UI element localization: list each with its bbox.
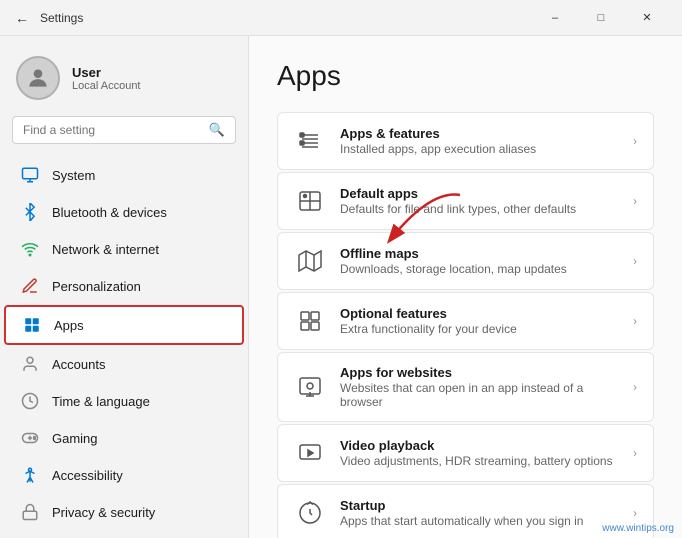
startup-icon xyxy=(294,497,326,529)
user-account-type: Local Account xyxy=(72,80,141,92)
apps-websites-title: Apps for websites xyxy=(340,365,619,380)
user-profile[interactable]: User Local Account xyxy=(0,44,248,116)
startup-text: Startup Apps that start automatically wh… xyxy=(340,498,619,528)
avatar xyxy=(16,56,60,100)
main-container: User Local Account 🔍 System xyxy=(0,36,682,538)
content-area: Apps xyxy=(248,36,682,538)
nav-items: System Bluetooth & devices xyxy=(0,156,248,538)
startup-title: Startup xyxy=(340,498,619,513)
settings-item-offline-maps[interactable]: Offline maps Downloads, storage location… xyxy=(277,232,654,290)
bluetooth-icon xyxy=(20,202,40,222)
video-playback-chevron: › xyxy=(633,446,637,460)
sidebar-label-time: Time & language xyxy=(52,394,150,409)
user-info: User Local Account xyxy=(72,65,141,92)
optional-features-icon xyxy=(294,305,326,337)
time-icon xyxy=(20,391,40,411)
sidebar: User Local Account 🔍 System xyxy=(0,36,248,538)
title-bar: ← Settings – □ ✕ xyxy=(0,0,682,36)
offline-maps-title: Offline maps xyxy=(340,246,619,261)
accounts-icon xyxy=(20,354,40,374)
network-icon xyxy=(20,239,40,259)
settings-item-optional-features[interactable]: Optional features Extra functionality fo… xyxy=(277,292,654,350)
sidebar-item-system[interactable]: System xyxy=(4,157,244,193)
apps-websites-icon xyxy=(294,371,326,403)
optional-features-chevron: › xyxy=(633,314,637,328)
sidebar-label-bluetooth: Bluetooth & devices xyxy=(52,205,167,220)
close-button[interactable]: ✕ xyxy=(624,2,670,34)
sidebar-item-bluetooth[interactable]: Bluetooth & devices xyxy=(4,194,244,230)
default-apps-desc: Defaults for file and link types, other … xyxy=(340,202,619,216)
window-controls: – □ ✕ xyxy=(532,2,670,34)
video-playback-title: Video playback xyxy=(340,438,619,453)
sidebar-label-privacy: Privacy & security xyxy=(52,505,155,520)
startup-desc: Apps that start automatically when you s… xyxy=(340,514,619,528)
sidebar-item-apps[interactable]: Apps xyxy=(4,305,244,345)
offline-maps-desc: Downloads, storage location, map updates xyxy=(340,262,619,276)
sidebar-item-accounts[interactable]: Accounts xyxy=(4,346,244,382)
search-container: 🔍 xyxy=(0,116,248,156)
default-apps-title: Default apps xyxy=(340,186,619,201)
settings-item-apps-websites[interactable]: Apps for websites Websites that can open… xyxy=(277,352,654,422)
optional-features-title: Optional features xyxy=(340,306,619,321)
settings-list: Apps & features Installed apps, app exec… xyxy=(277,112,654,538)
search-icon: 🔍 xyxy=(209,122,225,138)
search-box: 🔍 xyxy=(12,116,236,144)
sidebar-label-system: System xyxy=(52,168,95,183)
system-icon xyxy=(20,165,40,185)
sidebar-label-accessibility: Accessibility xyxy=(52,468,123,483)
apps-features-desc: Installed apps, app execution aliases xyxy=(340,142,619,156)
personalization-icon xyxy=(20,276,40,296)
offline-maps-chevron: › xyxy=(633,254,637,268)
video-playback-text: Video playback Video adjustments, HDR st… xyxy=(340,438,619,468)
sidebar-label-apps: Apps xyxy=(54,318,84,333)
settings-item-video-playback[interactable]: Video playback Video adjustments, HDR st… xyxy=(277,424,654,482)
sidebar-item-time[interactable]: Time & language xyxy=(4,383,244,419)
settings-item-apps-features[interactable]: Apps & features Installed apps, app exec… xyxy=(277,112,654,170)
offline-maps-icon xyxy=(294,245,326,277)
optional-features-desc: Extra functionality for your device xyxy=(340,322,619,336)
privacy-icon xyxy=(20,502,40,522)
apps-websites-chevron: › xyxy=(633,380,637,394)
gaming-icon xyxy=(20,428,40,448)
sidebar-item-personalization[interactable]: Personalization xyxy=(4,268,244,304)
apps-features-chevron: › xyxy=(633,134,637,148)
startup-chevron: › xyxy=(633,506,637,520)
sidebar-item-privacy[interactable]: Privacy & security xyxy=(4,494,244,530)
sidebar-label-network: Network & internet xyxy=(52,242,159,257)
window-title: Settings xyxy=(40,11,532,25)
settings-item-default-apps[interactable]: Default apps Defaults for file and link … xyxy=(277,172,654,230)
apps-features-title: Apps & features xyxy=(340,126,619,141)
default-apps-text: Default apps Defaults for file and link … xyxy=(340,186,619,216)
search-input[interactable] xyxy=(23,123,201,137)
settings-item-startup[interactable]: Startup Apps that start automatically wh… xyxy=(277,484,654,538)
default-apps-icon xyxy=(294,185,326,217)
sidebar-item-accessibility[interactable]: Accessibility xyxy=(4,457,244,493)
sidebar-label-accounts: Accounts xyxy=(52,357,105,372)
sidebar-item-update[interactable]: Windows Update xyxy=(4,531,244,538)
apps-websites-text: Apps for websites Websites that can open… xyxy=(340,365,619,409)
page-title: Apps xyxy=(277,60,654,92)
sidebar-label-gaming: Gaming xyxy=(52,431,98,446)
user-name: User xyxy=(72,65,141,80)
offline-maps-text: Offline maps Downloads, storage location… xyxy=(340,246,619,276)
default-apps-chevron: › xyxy=(633,194,637,208)
sidebar-label-personalization: Personalization xyxy=(52,279,141,294)
video-playback-icon xyxy=(294,437,326,469)
optional-features-text: Optional features Extra functionality fo… xyxy=(340,306,619,336)
apps-features-text: Apps & features Installed apps, app exec… xyxy=(340,126,619,156)
back-button[interactable]: ← xyxy=(12,8,32,28)
accessibility-icon xyxy=(20,465,40,485)
apps-icon xyxy=(22,315,42,335)
maximize-button[interactable]: □ xyxy=(578,2,624,34)
watermark: www.wintips.org xyxy=(602,523,674,534)
video-playback-desc: Video adjustments, HDR streaming, batter… xyxy=(340,454,619,468)
apps-websites-desc: Websites that can open in an app instead… xyxy=(340,381,619,409)
sidebar-item-network[interactable]: Network & internet xyxy=(4,231,244,267)
sidebar-item-gaming[interactable]: Gaming xyxy=(4,420,244,456)
minimize-button[interactable]: – xyxy=(532,2,578,34)
apps-features-icon xyxy=(294,125,326,157)
